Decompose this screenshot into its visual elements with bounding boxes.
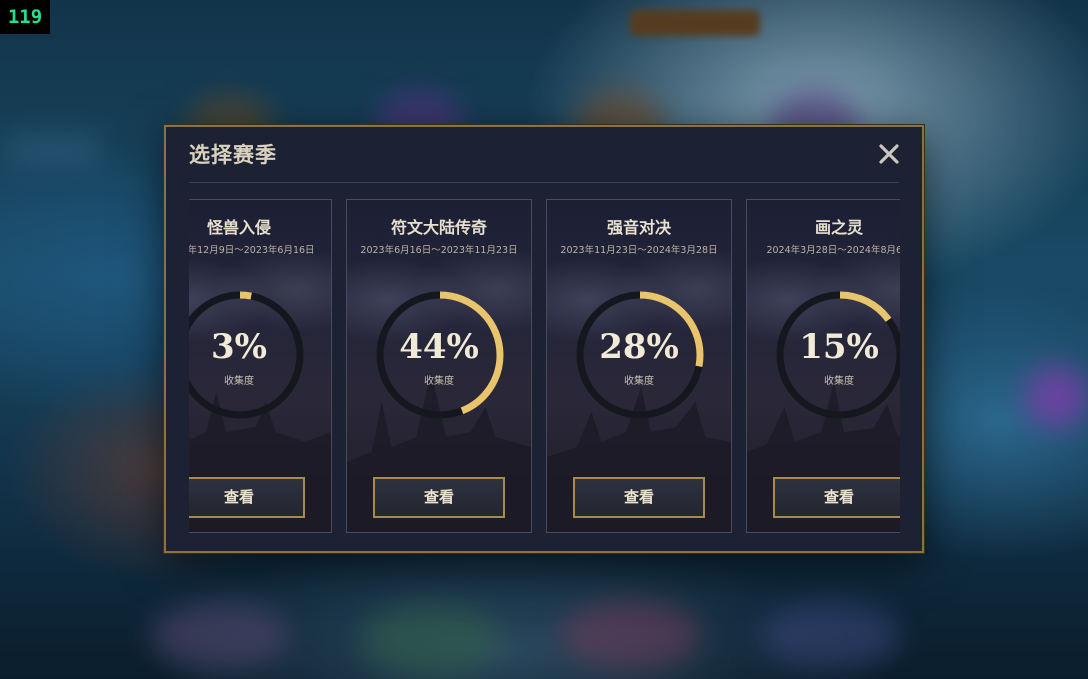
dialog-title: 选择赛季: [189, 143, 277, 167]
view-button[interactable]: 查看: [373, 477, 505, 518]
season-dates: 2023年11月23日～2024年3月28日: [560, 245, 718, 256]
season-dates: 2024年3月28日～2024年8月6日: [766, 245, 900, 256]
season-carousel[interactable]: 怪兽入侵 2022年12月9日～2023年6月16日 3% 收集度 查看 符文大…: [189, 199, 900, 535]
season-dates: 2023年6月16日～2023年11月23日: [360, 245, 518, 256]
view-button[interactable]: 查看: [773, 477, 900, 518]
season-dates: 2022年12月9日～2023年6月16日: [189, 245, 315, 256]
collection-percent: 15%: [799, 327, 879, 367]
season-name: 怪兽入侵: [206, 218, 271, 237]
collection-label: 收集度: [224, 376, 254, 387]
title-divider: [189, 182, 899, 183]
season-name: 强音对决: [606, 218, 671, 237]
season-name: 画之灵: [814, 218, 863, 237]
close-icon[interactable]: [876, 141, 902, 167]
season-name: 符文大陆传奇: [390, 218, 487, 237]
season-select-dialog: 选择赛季 怪兽入侵 2022年12月9日～2023年6月16日 3% 收集度 查…: [164, 125, 924, 553]
season-card[interactable]: 强音对决 2023年11月23日～2024年3月28日 28% 收集度 查看: [546, 199, 732, 533]
collection-percent: 3%: [211, 327, 267, 367]
season-card[interactable]: 画之灵 2024年3月28日～2024年8月6日 15% 收集度 查看: [746, 199, 900, 533]
collection-label: 收集度: [824, 376, 854, 387]
view-button[interactable]: 查看: [189, 477, 305, 518]
collection-percent: 44%: [399, 327, 479, 367]
view-button[interactable]: 查看: [573, 477, 705, 518]
collection-label: 收集度: [624, 376, 654, 387]
fps-counter: 119: [0, 0, 50, 34]
collection-percent: 28%: [599, 327, 679, 367]
season-card[interactable]: 符文大陆传奇 2023年6月16日～2023年11月23日 44% 收集度 查看: [346, 199, 532, 533]
season-card[interactable]: 怪兽入侵 2022年12月9日～2023年6月16日 3% 收集度 查看: [189, 199, 332, 533]
collection-label: 收集度: [424, 376, 454, 387]
